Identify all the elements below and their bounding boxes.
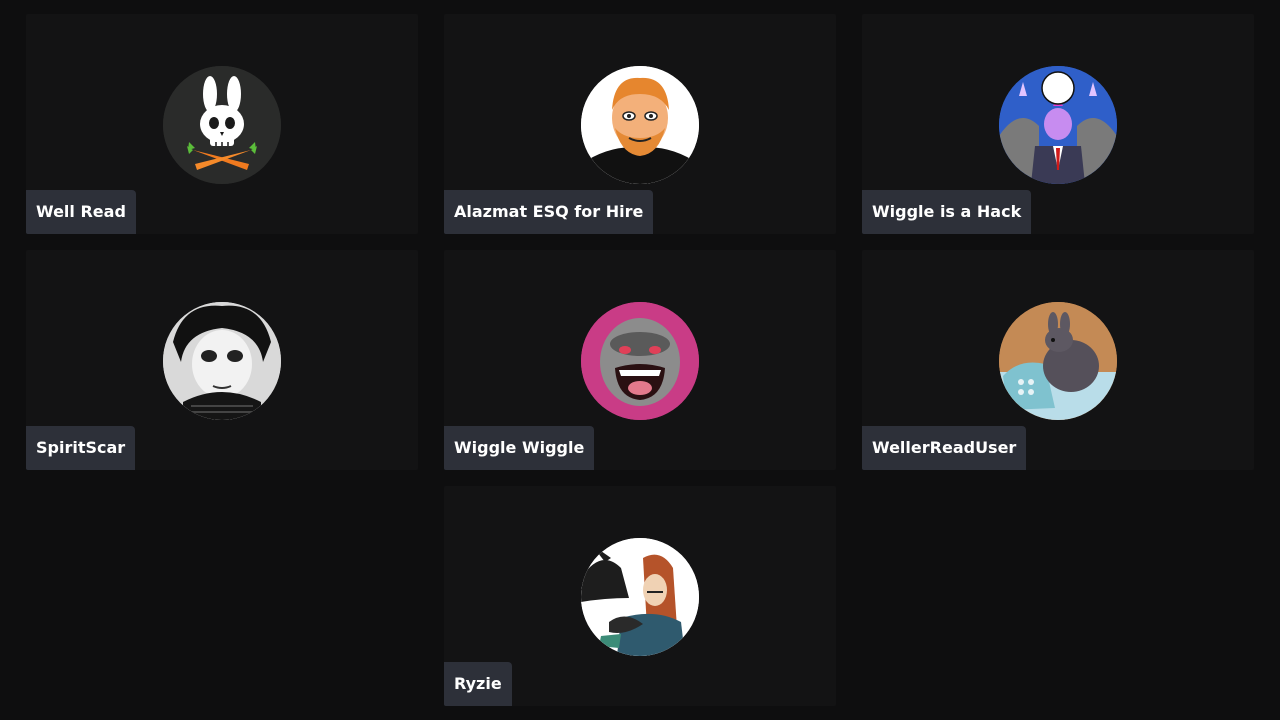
black-white-face-icon <box>163 302 281 420</box>
comic-muscle-man-icon <box>999 66 1117 184</box>
rabbit-telephone-icon <box>999 302 1117 420</box>
participant-name: Wiggle is a Hack <box>862 190 1032 234</box>
participant-name: Ryzie <box>444 662 512 706</box>
woman-with-crow-icon <box>581 538 699 656</box>
participant-tile-alazmat[interactable]: Alazmat ESQ for Hire <box>444 14 836 234</box>
participant-name: WellerReadUser <box>862 426 1027 470</box>
participant-name: Wiggle Wiggle <box>444 426 595 470</box>
participant-tile-wellerreaduser[interactable]: WellerReadUser <box>862 250 1254 470</box>
participant-name: Alazmat ESQ for Hire <box>444 190 654 234</box>
angry-gorilla-icon <box>581 302 699 420</box>
participant-name: SpiritScar <box>26 426 136 470</box>
cartoon-bearded-man-icon <box>581 66 699 184</box>
video-call-grid: Well Read Alazmat ESQ for Hire Wiggle is… <box>0 0 1280 720</box>
participant-tile-ryzie[interactable]: Ryzie <box>444 486 836 706</box>
participant-tile-spiritscar[interactable]: SpiritScar <box>26 250 418 470</box>
bunny-skull-carrots-icon <box>163 66 281 184</box>
participant-tile-well-read[interactable]: Well Read <box>26 14 418 234</box>
participant-tile-wiggle-wiggle[interactable]: Wiggle Wiggle <box>444 250 836 470</box>
participant-tile-wiggle-is-a-hack[interactable]: Wiggle is a Hack <box>862 14 1254 234</box>
participant-name: Well Read <box>26 190 136 234</box>
